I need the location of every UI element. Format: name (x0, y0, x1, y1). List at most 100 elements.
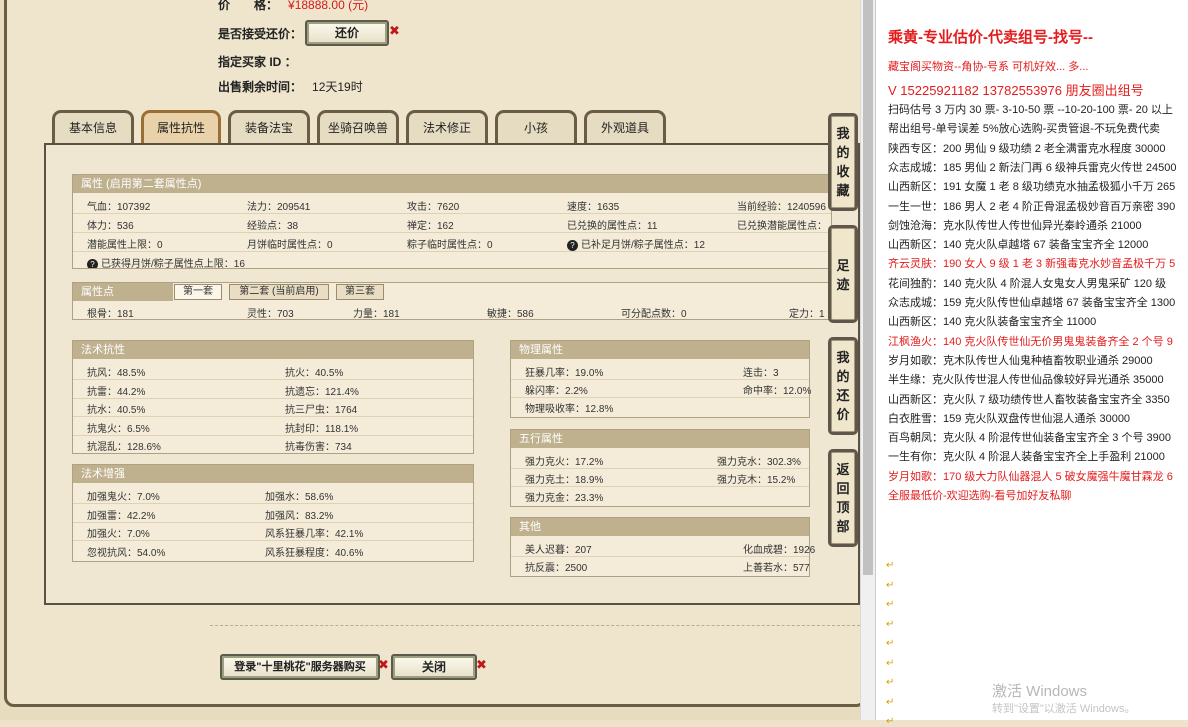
attributes-header: 属性 (启用第二套属性点) (73, 175, 831, 193)
tab-appearance[interactable]: 外观道具 (584, 110, 666, 144)
points-cell: 灵性：703 (247, 309, 294, 320)
row-divider (73, 397, 473, 399)
points-cell: 根骨：181 (87, 309, 134, 320)
subtab-set2[interactable]: 第二套 (当前启用) (229, 284, 329, 300)
counter-offer-button[interactable]: 还价 (305, 20, 389, 46)
footprint-button[interactable]: 足迹 (828, 225, 858, 323)
note-line: 江枫渔火：140 克火队传世仙无价男鬼鬼装备齐全 2 个号 9 (888, 335, 1173, 348)
note-line: 山西新区：140 克火队装备宝宝齐全 11000 (888, 316, 1097, 329)
attr-cell: ? 已获得月饼/粽子属性点上限：16 (87, 255, 245, 269)
note-line: 山西新区：140 克火队卓越塔 67 装备宝宝齐全 12000 (888, 239, 1149, 252)
elements-cell: 强力克土：18.9% (525, 475, 604, 486)
paragraph-mark-icon: ↵ (886, 677, 895, 688)
elements-box: 五行属性 强力克火：17.2% 强力克水：302.3% 强力克土：18.9% 强力克木… (510, 429, 810, 507)
tab-mounts[interactable]: 坐骑召唤兽 (317, 110, 399, 144)
my-offers-button[interactable]: 我的还价 (828, 337, 858, 435)
price-row: 价 格： ¥18888.00 (元) (218, 0, 368, 13)
close-x-icon: ✖ (389, 23, 400, 38)
row-divider (511, 379, 809, 380)
subtab-set3[interactable]: 第三套 (336, 284, 384, 300)
paragraph-mark-icon: ↵ (886, 716, 895, 727)
note-line: 山西新区：克火队 7 级功绩传世人畜牧装备宝宝齐全 3350 (888, 393, 1170, 406)
enhance-cell: 加强雷：42.2% (87, 510, 156, 522)
note-line: 全服最低价-欢迎选购-看号加好友私聊 (888, 490, 1072, 502)
attr-cell: 法力：209541 (247, 202, 311, 213)
attr-cell: 月饼临时属性点：0 (247, 240, 333, 251)
attributes-box: 属性 (启用第二套属性点) 气血：107392 法力：209541 攻击：762… (72, 174, 832, 269)
points-cell: 力量：181 (353, 309, 400, 320)
other-header: 其他 (511, 518, 809, 536)
elements-cell: 强力克火：17.2% (525, 457, 604, 468)
close-x-icon: ✖ (476, 657, 487, 672)
physical-cell: 连击：3 (743, 368, 779, 379)
enhance-cell: 加强水：58.6% (265, 492, 334, 503)
row-divider (73, 521, 473, 523)
activation-watermark: 激活 Windows (992, 683, 1088, 700)
buy-on-server-button[interactable]: 登录"十里桃花"服务器购买 (220, 654, 380, 680)
scrollbar[interactable] (860, 0, 875, 720)
activation-watermark-sub: 转到"设置"以激活 Windows。 (992, 703, 1136, 715)
attr-cell: 潜能属性上限：0 (87, 240, 163, 251)
attr-cell-text: 已获得月饼/粽子属性点上限：16 (101, 259, 245, 269)
note-line: 剑蚀沧海：克水队传世人传世仙异光秦岭通杀 21000 (888, 219, 1142, 232)
subtab-set1[interactable]: 第一套 (174, 284, 222, 300)
other-box: 其他 美人迟暮：207 化血成碧：1926 抗反震：2500 上善若水：577 (510, 517, 815, 577)
physical-cell: 物理吸收率：12.8% (525, 404, 614, 415)
note-line: 岁月如歌：170 级大力队仙器混人 5 破女魔强牛魔甘霖龙 6 (888, 470, 1173, 483)
attr-cell: 攻击：7620 (407, 202, 460, 213)
elements-cell: 强力克金：23.3% (525, 493, 604, 504)
note-line: V 15225921182 13782553976 朋友圈出组号 (888, 83, 1144, 98)
buyer-row: 指定买家 ID ： (218, 53, 297, 70)
back-to-top-button[interactable]: 返回顶部 (828, 449, 858, 547)
attr-cell: 当前经验：1240596 (737, 202, 826, 213)
note-line: 一生有你：克火队 4 阶混人装备宝宝齐全上手盈利 21000 (888, 451, 1165, 464)
buy-x-icon: ✖ (378, 657, 389, 672)
note-line: 半生缘：克火队传世混人传世仙品像较好异光通杀 35000 (888, 374, 1164, 387)
row-divider (73, 434, 473, 436)
resist-cell: 抗封印：118.1% (285, 423, 359, 435)
note-line: 扫码估号 3 万内 30 票- 3-10-50 票 --10-20-100 票-… (888, 104, 1173, 116)
resist-box: 法术抗性 抗风：48.5% 抗火：40.5% 抗雷：44.2% 抗遗忘：121.4% 抗… (72, 340, 474, 454)
resist-cell: 抗水：40.5% (87, 405, 146, 416)
note-line: 藏宝阁买物资--角协-号系 可机好效... 多... (888, 61, 1089, 73)
scrollbar-thumb[interactable] (863, 0, 873, 575)
my-favorites-label: 我的收藏 (836, 126, 850, 198)
note-line: 众志成城：159 克火队传世仙卓越塔 67 装备宝宝齐全 1300 (888, 297, 1176, 309)
attr-cell: 气血：107392 (87, 202, 151, 213)
row-divider (511, 556, 809, 557)
close-button[interactable]: 关闭 (391, 654, 477, 680)
tab-basic[interactable]: 基本信息 (52, 110, 134, 144)
note-line: 陕西专区：200 男仙 9 级功绩 2 老全满雷克水程度 30000 (888, 142, 1166, 155)
question-icon[interactable]: ? (87, 259, 98, 268)
attr-cell: 粽子临时属性点：0 (407, 240, 493, 251)
resist-cell: 抗鬼火：6.5% (87, 423, 150, 435)
resist-cell: 抗混乱：128.6% (87, 442, 161, 453)
attr-cell: 速度：1635 (567, 202, 620, 213)
note-line: 百鸟朝凤：克火队 4 阶混传世仙装备宝宝齐全 3 个号 3900 (888, 432, 1171, 445)
enhance-cell: 忽视抗风：54.0% (87, 547, 166, 559)
note-line: 帮出组号-单号误差 5%放心选购-买贵管退-不玩免费代卖 (888, 123, 1160, 136)
row-divider (511, 468, 809, 469)
paragraph-mark-icon: ↵ (886, 560, 895, 571)
counter-row: 是否接受还价： (218, 25, 302, 42)
question-icon[interactable]: ? (567, 240, 578, 251)
time-row: 出售剩余时间： 12天19时 (218, 78, 363, 95)
other-cell: 抗反震：2500 (525, 563, 588, 574)
tab-spell-mod[interactable]: 法术修正 (406, 110, 488, 144)
resist-header: 法术抗性 (73, 341, 473, 359)
tab-equipment[interactable]: 装备法宝 (228, 110, 310, 144)
tab-child[interactable]: 小孩 (495, 110, 577, 144)
note-line: 乘黄-专业估价-代卖组号-找号-- (888, 29, 1093, 46)
row-divider (73, 416, 473, 417)
enhance-header: 法术增强 (73, 465, 473, 483)
paragraph-mark-icon: ↵ (886, 599, 895, 610)
paragraph-mark-icon: ↵ (886, 638, 895, 649)
note-line: 众志成城：185 男仙 2 新法门再 6 级神兵雷克火传世 24500 (888, 161, 1177, 174)
elements-header: 五行属性 (511, 430, 809, 448)
physical-cell: 躲闪率：2.2% (525, 386, 588, 397)
row-divider (73, 503, 473, 504)
back-to-top-label: 返回顶部 (836, 462, 850, 534)
my-favorites-button[interactable]: 我的收藏 (828, 113, 858, 211)
tab-attributes[interactable]: 属性抗性 (141, 110, 221, 144)
note-line: 白衣胜雪：159 克火队双盘传世仙混人通杀 30000 (888, 412, 1131, 425)
